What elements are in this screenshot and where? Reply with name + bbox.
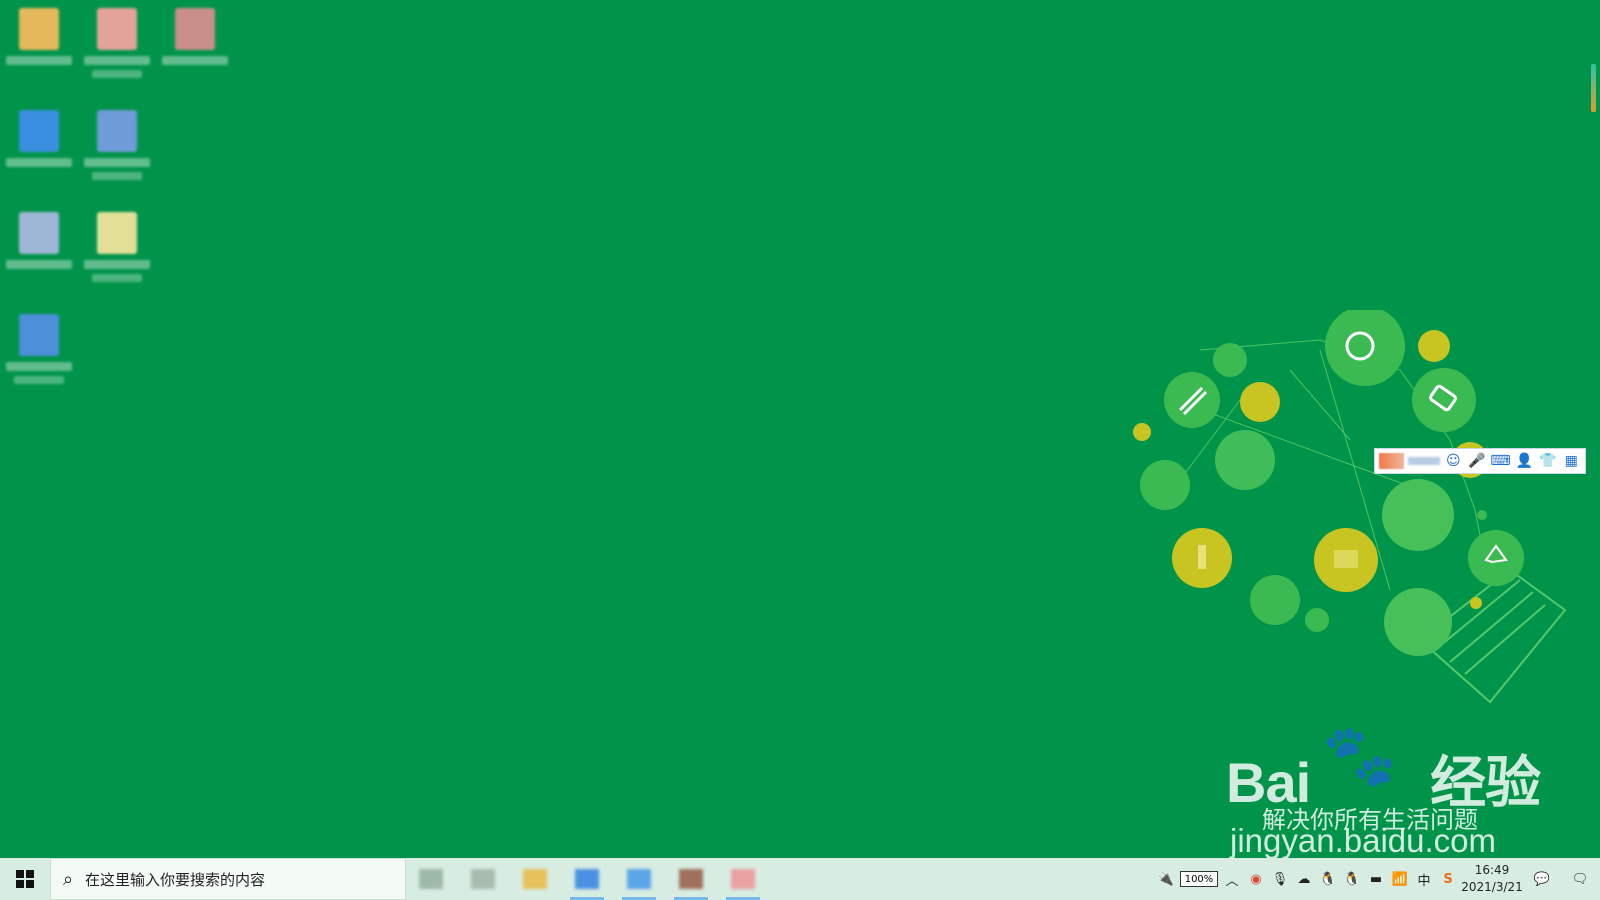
system-tray: 🔌 100% ︿ ◉ 🎙 ☁ 🐧 🐧 ▬ 📶 中 S 16:49 2021/3/… xyxy=(1154,858,1600,900)
desktop-icon-label xyxy=(92,172,142,180)
desktop-icon-label xyxy=(6,362,72,371)
device-icon[interactable]: ▬ xyxy=(1364,858,1388,900)
desktop-icon-label xyxy=(92,70,142,78)
document-icon xyxy=(97,110,137,152)
desktop-icon-label xyxy=(92,274,142,282)
taskbar: ⌕ 在这里输入你要搜索的内容 🔌 100% ︿ ◉ 🎙 ☁ 🐧 🐧 ▬ 📶 中 … xyxy=(0,858,1600,900)
taskbar-app-2[interactable] xyxy=(464,858,502,900)
shirt-icon[interactable]: 👕 xyxy=(1538,451,1558,471)
folder-icon xyxy=(523,869,547,889)
clock-time: 16:49 xyxy=(1474,863,1510,877)
file-icon xyxy=(19,110,59,152)
app-icon xyxy=(731,869,755,889)
taskbar-app-6[interactable] xyxy=(672,858,710,900)
taskbar-app-5[interactable] xyxy=(620,858,658,900)
desktop-icon-6[interactable] xyxy=(0,204,78,294)
user-icon[interactable]: 👤 xyxy=(1515,451,1535,471)
file-icon xyxy=(19,8,59,50)
penguin-notify-icon[interactable]: 🐧 xyxy=(1340,858,1364,900)
desktop-icon-label xyxy=(162,56,228,65)
clock-date: 2021/3/21 xyxy=(1461,880,1523,894)
desktop-icon-label xyxy=(6,260,72,269)
desktop-icon-1[interactable] xyxy=(0,0,78,90)
penguin-icon[interactable]: 🐧 xyxy=(1316,858,1340,900)
ime-toolbar[interactable]: ☺ 🎤 ⌨ 👤 👕 ▦ xyxy=(1374,448,1586,474)
app-icon xyxy=(627,869,651,889)
chat-icon[interactable]: 💬 xyxy=(1524,858,1560,900)
cloud-icon[interactable]: ☁ xyxy=(1292,858,1316,900)
file-icon xyxy=(175,8,215,50)
desktop-icon-label xyxy=(14,376,64,384)
app-icon xyxy=(679,869,703,889)
desktop-icon-label xyxy=(84,260,150,269)
taskbar-app-1[interactable] xyxy=(412,858,450,900)
taskbar-app-3[interactable] xyxy=(516,858,554,900)
file-icon xyxy=(19,212,59,254)
desktop-icon-7[interactable] xyxy=(78,204,156,294)
watermark-url: jingyan.baidu.com xyxy=(1230,822,1496,859)
taskbar-search-box[interactable]: ⌕ 在这里输入你要搜索的内容 xyxy=(50,858,406,900)
file-icon xyxy=(97,212,137,254)
start-button[interactable] xyxy=(0,858,50,900)
ime-language-indicator[interactable]: 中 xyxy=(1412,858,1436,900)
desktop-icon-3[interactable] xyxy=(156,0,234,90)
app-icon xyxy=(419,869,443,889)
desktop[interactable]: ☺ 🎤 ⌨ 👤 👕 ▦ 🐾 Bai 经验 解决你所有生活问题 jingyan.ba… xyxy=(0,0,1600,859)
decorative-widget-cluster xyxy=(1120,310,1590,710)
edge-indicator xyxy=(1591,64,1596,112)
desktop-icon-4[interactable] xyxy=(0,102,78,192)
keyboard-icon[interactable]: ⌨ xyxy=(1490,451,1510,471)
desktop-icon-label xyxy=(84,56,150,65)
battery-indicator[interactable]: 100% xyxy=(1180,871,1218,887)
desktop-icon-5[interactable] xyxy=(78,102,156,192)
smiley-icon[interactable]: ☺ xyxy=(1444,451,1464,471)
chevron-up-icon[interactable]: ︿ xyxy=(1220,858,1244,900)
app-icon xyxy=(575,869,599,889)
document-icon xyxy=(19,314,59,356)
desktop-icon-label xyxy=(6,56,72,65)
windows-logo-icon xyxy=(16,870,34,888)
notification-center-icon[interactable]: 🗨 xyxy=(1560,858,1600,900)
microphone-icon[interactable]: 🎙 xyxy=(1268,858,1292,900)
app-icon xyxy=(471,869,495,889)
desktop-icon-label xyxy=(84,158,150,167)
record-icon[interactable]: ◉ xyxy=(1244,858,1268,900)
desktop-icon-2[interactable] xyxy=(78,0,156,90)
grid-icon[interactable]: ▦ xyxy=(1562,451,1582,471)
power-plug-icon[interactable]: 🔌 xyxy=(1154,858,1178,900)
search-placeholder: 在这里输入你要搜索的内容 xyxy=(85,870,266,889)
taskbar-app-7[interactable] xyxy=(724,858,762,900)
microphone-icon[interactable]: 🎤 xyxy=(1467,451,1487,471)
wifi-icon[interactable]: 📶 xyxy=(1388,858,1412,900)
ime-logo-icon[interactable] xyxy=(1379,453,1405,469)
taskbar-app-4[interactable] xyxy=(568,858,606,900)
clock[interactable]: 16:49 2021/3/21 xyxy=(1460,858,1524,900)
desktop-icon-8[interactable] xyxy=(0,306,78,396)
search-icon: ⌕ xyxy=(62,868,74,890)
ime-status-text xyxy=(1408,457,1440,465)
desktop-icon-label xyxy=(6,158,72,167)
file-icon xyxy=(97,8,137,50)
sogou-icon[interactable]: S xyxy=(1436,858,1460,900)
taskbar-apps xyxy=(412,858,762,900)
